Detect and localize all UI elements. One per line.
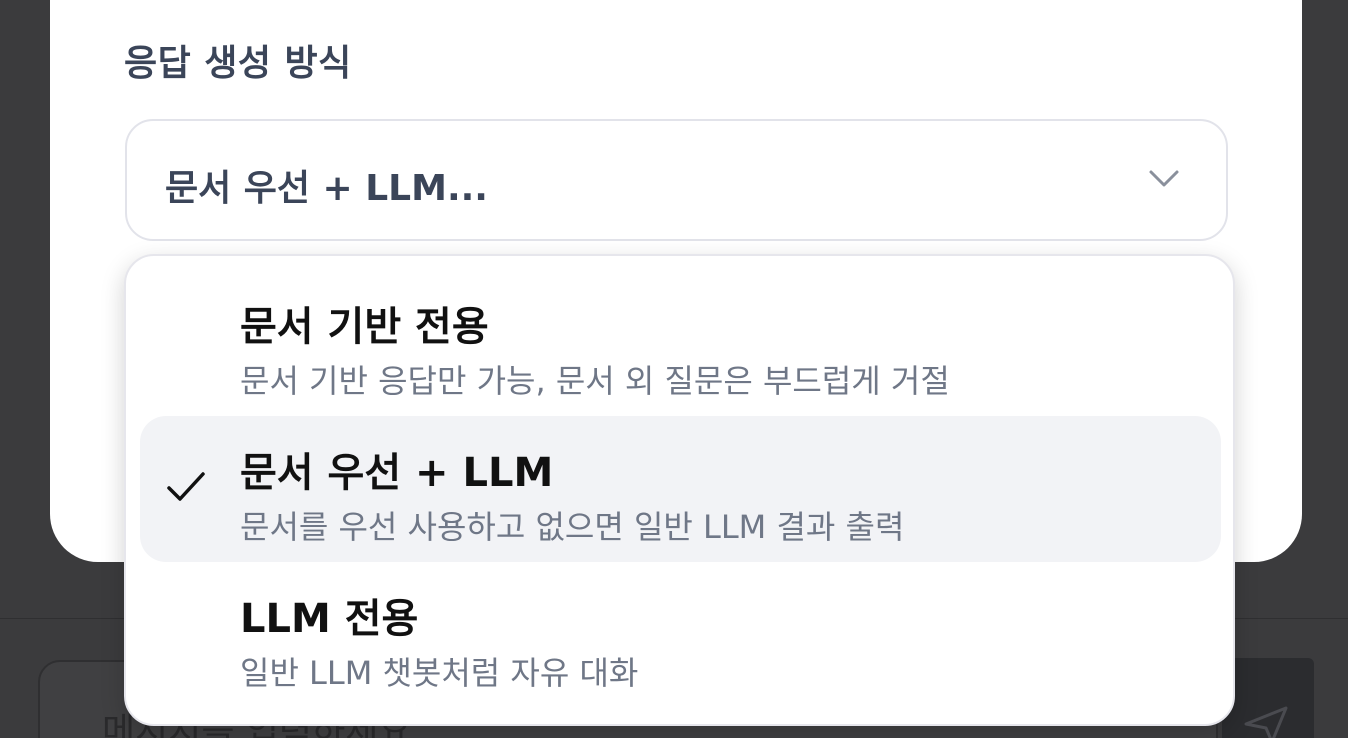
option-llm-only[interactable]: LLM 전용 일반 LLM 챗봇처럼 자유 대화 [140,562,1221,708]
send-icon [1244,706,1288,738]
check-icon [167,472,205,501]
option-document-only[interactable]: 문서 기반 전용 문서 기반 응답만 가능, 문서 외 질문은 부드럽게 거절 [140,270,1221,416]
send-button [1222,658,1314,738]
response-mode-select-value: 문서 우선 + LLM... [165,168,488,209]
response-mode-dropdown: 문서 기반 전용 문서 기반 응답만 가능, 문서 외 질문은 부드럽게 거절 … [124,254,1235,726]
response-mode-label: 응답 생성 방식 [124,43,352,84]
option-title: 문서 기반 전용 [240,304,489,350]
response-mode-select[interactable]: 문서 우선 + LLM... [125,119,1228,241]
option-document-first-llm[interactable]: 문서 우선 + LLM 문서를 우선 사용하고 없으면 일반 LLM 결과 출력 [140,416,1221,562]
chevron-down-icon [1149,170,1179,187]
screen: 메시지를 입력하세요 응답 생성 방식 문서 우선 + LLM... 문서 기반… [0,0,1348,738]
option-description: 문서를 우선 사용하고 없으면 일반 LLM 결과 출력 [240,508,905,546]
option-title: LLM 전용 [240,596,419,642]
option-description: 일반 LLM 챗봇처럼 자유 대화 [240,654,639,692]
option-description: 문서 기반 응답만 가능, 문서 외 질문은 부드럽게 거절 [240,362,950,400]
option-title: 문서 우선 + LLM [240,450,554,496]
